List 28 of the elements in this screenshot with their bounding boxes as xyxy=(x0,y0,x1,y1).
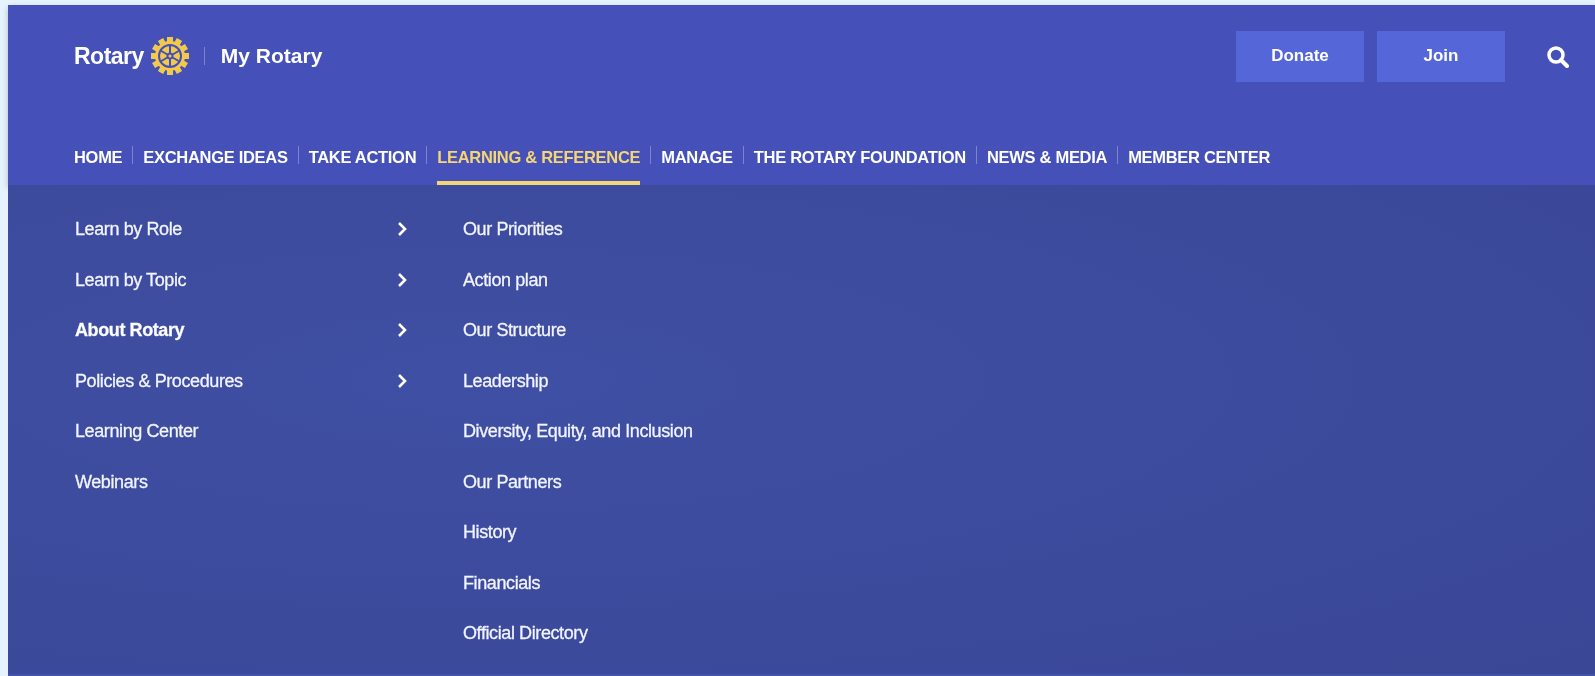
submenu-item[interactable]: History xyxy=(463,522,517,543)
wheel-logo-icon xyxy=(149,36,190,76)
site-name[interactable]: My Rotary xyxy=(220,44,323,68)
nav-tab[interactable]: NEWS & MEDIA xyxy=(987,129,1108,185)
submenu-item[interactable]: Leadership xyxy=(463,370,549,392)
menu-item[interactable]: Policies & Procedures xyxy=(75,370,243,392)
submenu-item[interactable]: Action plan xyxy=(463,269,548,291)
header-button[interactable]: Donate xyxy=(1236,30,1364,82)
nav-tab[interactable]: TAKE ACTION xyxy=(308,129,417,185)
menu-item[interactable]: About Rotary xyxy=(75,320,185,341)
menu-item[interactable]: Learn by Role xyxy=(75,219,182,240)
submenu-item[interactable]: Our Structure xyxy=(463,320,566,341)
nav-tab[interactable]: EXCHANGE IDEAS xyxy=(143,129,288,185)
menu-item[interactable]: Learning Center xyxy=(75,421,199,442)
submenu-item[interactable]: Our Partners xyxy=(463,471,562,493)
logo-text[interactable]: Rotary xyxy=(74,42,144,70)
submenu-item[interactable]: Our Priorities xyxy=(463,219,563,240)
submenu-item[interactable]: Financials xyxy=(463,572,541,594)
submenu-item[interactable]: Diversity, Equity, and Inclusion xyxy=(463,421,693,442)
nav-tab[interactable]: MEMBER CENTER xyxy=(1128,129,1270,185)
submenu-item[interactable]: Official Directory xyxy=(463,623,588,644)
menu-item[interactable]: Webinars xyxy=(75,471,148,493)
menu-item[interactable]: Learn by Topic xyxy=(75,269,187,291)
nav-tab[interactable]: MANAGE xyxy=(661,129,733,185)
nav-tab[interactable]: THE ROTARY FOUNDATION xyxy=(753,129,966,185)
search-icon[interactable] xyxy=(1546,44,1569,68)
nav-tab[interactable]: HOME xyxy=(74,129,123,185)
header-button[interactable]: Join xyxy=(1377,30,1505,82)
